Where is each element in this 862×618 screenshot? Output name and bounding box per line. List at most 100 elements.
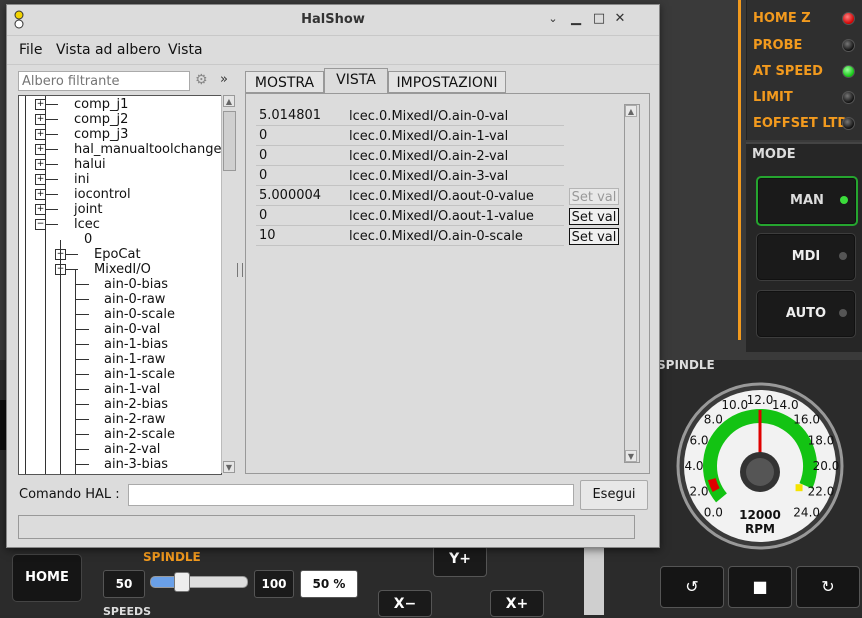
scroll-down-icon[interactable]: ▼ bbox=[223, 461, 235, 473]
tree-line bbox=[75, 419, 89, 420]
tree-item[interactable]: ain-2-bias bbox=[104, 397, 168, 412]
tree-item[interactable]: comp_j3 bbox=[74, 127, 128, 142]
spindle-max-button[interactable]: 100 bbox=[254, 570, 294, 598]
mode-panel: MODE MAN MDI AUTO bbox=[746, 142, 862, 352]
set-value-button[interactable]: Set val bbox=[569, 208, 619, 225]
tree-item[interactable]: MixedI/O bbox=[94, 262, 151, 277]
tree-line bbox=[75, 359, 89, 360]
hal-command-input[interactable] bbox=[128, 484, 574, 506]
pin-value: 0 bbox=[259, 168, 268, 183]
minimize-button[interactable]: ▁ bbox=[568, 11, 584, 27]
status-home-z: HOME Z bbox=[753, 8, 857, 30]
menu-view[interactable]: Vista bbox=[168, 42, 203, 58]
title-bar[interactable]: HalShow ▁ □ ✕ ⌄ bbox=[7, 5, 659, 36]
tree-filter-input[interactable] bbox=[18, 71, 190, 91]
status-at-speed: AT SPEED bbox=[753, 61, 857, 83]
spindle-percent-display: 50 % bbox=[300, 570, 358, 598]
tree-item[interactable]: EpoCat bbox=[94, 247, 141, 262]
jog-x-minus-button[interactable]: X− bbox=[378, 590, 432, 617]
spindle-speed-label: SPINDLE bbox=[143, 550, 201, 564]
scroll-up-icon[interactable]: ▲ bbox=[223, 95, 235, 107]
tab-vista[interactable]: VISTA bbox=[324, 68, 388, 94]
pin-name: lcec.0.MixedI/O.ain-2-val bbox=[349, 149, 509, 164]
tree-item[interactable]: hal_manualtoolchange bbox=[74, 142, 221, 157]
pin-value: 5.014801 bbox=[259, 108, 322, 123]
gauge-rpm-value: 12000 bbox=[739, 508, 781, 522]
tree-item[interactable]: 0 bbox=[84, 232, 92, 247]
hal-command-label: Comando HAL : bbox=[19, 487, 120, 502]
jog-x-plus-button[interactable]: X+ bbox=[490, 590, 544, 617]
slider-handle[interactable] bbox=[174, 572, 190, 592]
tree-item[interactable]: ain-1-scale bbox=[104, 367, 175, 382]
tree-line bbox=[25, 96, 26, 474]
spindle-min-button[interactable]: 50 bbox=[103, 570, 145, 598]
spindle-rpm-gauge: 0.0 2.0 4.0 6.0 8.010.012.014.016.0 18.0 20.0 2… bbox=[676, 382, 844, 550]
spindle-stop-button[interactable]: ■ bbox=[728, 566, 792, 608]
tree-line bbox=[75, 329, 89, 330]
close-button[interactable]: ✕ bbox=[612, 11, 628, 27]
tree-item[interactable]: ain-3-bias bbox=[104, 457, 168, 472]
gauge-tick-label: 16.0 bbox=[793, 412, 820, 426]
maximize-icon: □ bbox=[592, 11, 606, 26]
tree-item[interactable]: comp_j1 bbox=[74, 97, 128, 112]
tree-item[interactable]: ain-0-val bbox=[104, 322, 160, 337]
tab-mostra[interactable]: MOSTRA bbox=[245, 71, 324, 93]
tree-item[interactable]: iocontrol bbox=[74, 187, 131, 202]
hal-tree[interactable]: + comp_j1 + comp_j2 + comp_j3 + hal_manualtoolc… bbox=[18, 95, 222, 475]
execute-button[interactable]: Esegui bbox=[580, 480, 648, 510]
mode-auto-button[interactable]: AUTO bbox=[756, 290, 856, 338]
tree-item[interactable]: ain-1-bias bbox=[104, 337, 168, 352]
expand-arrow-button[interactable]: » bbox=[220, 72, 228, 87]
tree-scrollbar[interactable]: ▲ ▼ bbox=[221, 95, 236, 473]
tree-item[interactable]: ain-1-raw bbox=[104, 352, 165, 367]
background-scrollbar[interactable] bbox=[584, 548, 604, 615]
pane-splitter[interactable] bbox=[237, 263, 243, 277]
collapse-button[interactable]: ⌄ bbox=[545, 11, 561, 27]
tree-item[interactable]: joint bbox=[74, 202, 103, 217]
spindle-ccw-button[interactable]: ↺ bbox=[660, 566, 724, 608]
tree-line bbox=[75, 464, 89, 465]
tree-item[interactable]: ini bbox=[74, 172, 89, 187]
tree-item[interactable]: ain-0-bias bbox=[104, 277, 168, 292]
tree-item[interactable]: ain-0-raw bbox=[104, 292, 165, 307]
status-bar bbox=[18, 515, 635, 539]
tree-item[interactable]: comp_j2 bbox=[74, 112, 128, 127]
tree-item[interactable]: ain-0-scale bbox=[104, 307, 175, 322]
tree-item[interactable]: ain-2-scale bbox=[104, 427, 175, 442]
watch-scrollbar[interactable]: ▲ ▼ bbox=[624, 104, 640, 463]
watch-row: 5.014801 lcec.0.MixedI/O.ain-0-val bbox=[256, 106, 566, 126]
mode-mdi-button[interactable]: MDI bbox=[756, 233, 856, 281]
gear-icon[interactable]: ⚙ bbox=[195, 72, 211, 88]
pin-value: 0 bbox=[259, 148, 268, 163]
tree-item[interactable]: ain-2-val bbox=[104, 442, 160, 457]
mode-label: MDI bbox=[791, 249, 821, 264]
scroll-up-icon[interactable]: ▲ bbox=[625, 105, 637, 117]
tree-line bbox=[75, 270, 76, 474]
tree-line bbox=[75, 344, 89, 345]
spindle-override-slider[interactable] bbox=[150, 576, 248, 588]
gauge-tick-label: 12.0 bbox=[747, 393, 774, 407]
scroll-thumb[interactable] bbox=[223, 111, 236, 171]
scroll-down-icon[interactable]: ▼ bbox=[625, 450, 637, 462]
maximize-button[interactable]: □ bbox=[591, 11, 607, 27]
gauge-tick-label: 8.0 bbox=[704, 412, 723, 426]
gauge-yellow-marker bbox=[795, 484, 803, 492]
tree-item[interactable]: halui bbox=[74, 157, 106, 172]
jog-y-plus-button[interactable]: Y+ bbox=[433, 545, 487, 577]
speeds-label: SPEEDS bbox=[103, 605, 152, 618]
menu-file[interactable]: File bbox=[19, 42, 42, 58]
pin-value: 5.000004 bbox=[259, 188, 322, 203]
tree-item[interactable]: ain-2-raw bbox=[104, 412, 165, 427]
spindle-cw-button[interactable]: ↻ bbox=[796, 566, 860, 608]
tree-item[interactable]: ain-1-val bbox=[104, 382, 160, 397]
gauge-tick-label: 4.0 bbox=[684, 459, 703, 473]
gauge-tick-label: 6.0 bbox=[689, 434, 708, 448]
set-value-button[interactable]: Set val bbox=[569, 228, 619, 245]
tree-item[interactable]: lcec bbox=[74, 217, 100, 232]
home-button[interactable]: HOME bbox=[12, 554, 82, 602]
tab-impostazioni[interactable]: IMPOSTAZIONI bbox=[388, 71, 506, 93]
mode-man-button[interactable]: MAN bbox=[756, 176, 858, 226]
menu-tree-view[interactable]: Vista ad albero bbox=[56, 42, 161, 58]
status-eoffset-ltd: EOFFSET LTD bbox=[753, 113, 857, 135]
window-title: HalShow bbox=[301, 12, 365, 27]
